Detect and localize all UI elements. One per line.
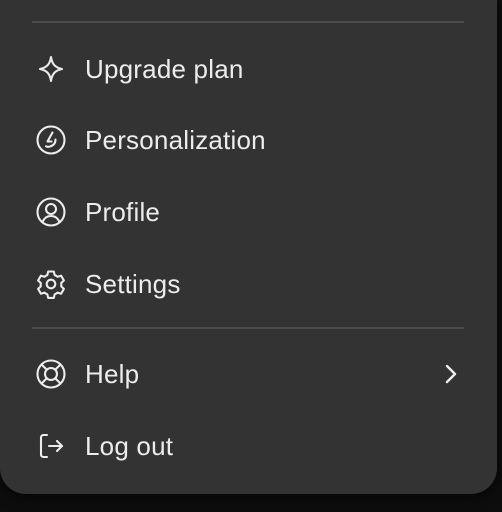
menu-item-label: Help (85, 358, 140, 389)
menu-item-label: Settings (85, 268, 181, 299)
menu-item-profile[interactable]: Profile (0, 184, 497, 240)
menu-item-settings[interactable]: Settings (0, 256, 497, 312)
menu-item-personalization[interactable]: Personalization (0, 112, 497, 168)
menu-divider-bottom (32, 327, 464, 329)
menu-item-label: Log out (85, 430, 174, 461)
menu-item-label: Personalization (85, 124, 266, 155)
menu-item-upgrade-plan[interactable]: Upgrade plan (0, 41, 497, 97)
sparkle-icon (34, 52, 68, 86)
account-menu: Upgrade plan Personalization Profile Set… (0, 0, 497, 494)
personalization-icon (34, 123, 68, 157)
gear-icon (34, 267, 68, 301)
user-circle-icon (34, 195, 68, 229)
logout-icon (34, 429, 68, 463)
chevron-right-icon (438, 361, 464, 387)
menu-divider-top (32, 21, 464, 23)
menu-item-label: Profile (85, 196, 161, 227)
lifebuoy-icon (34, 357, 68, 391)
menu-item-help[interactable]: Help (0, 346, 497, 402)
menu-item-label: Upgrade plan (85, 53, 244, 84)
menu-item-log-out[interactable]: Log out (0, 418, 497, 474)
